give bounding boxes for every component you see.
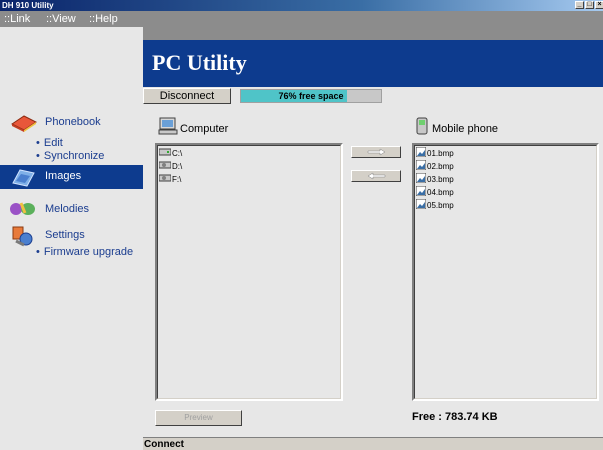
image-file-icon xyxy=(415,159,427,174)
phone-file-list[interactable]: 01.bmp 02.bmp 03.bmp 04.bmp 05.bmp xyxy=(412,143,599,401)
page-title: PC Utility xyxy=(152,50,247,75)
computer-pane-title: Computer xyxy=(180,123,229,135)
image-file-icon xyxy=(415,146,427,161)
copy-to-phone-button[interactable] xyxy=(351,146,401,158)
list-item-label: 02.bmp xyxy=(427,162,454,172)
list-item-label: 01.bmp xyxy=(427,149,454,159)
computer-icon xyxy=(158,117,178,138)
list-item-label: 05.bmp xyxy=(427,201,454,211)
computer-file-list[interactable]: C:\ D:\ F:\ xyxy=(155,143,343,401)
status-bar: Connect xyxy=(143,437,603,450)
list-item[interactable]: D:\ xyxy=(158,160,183,173)
status-text: Connect xyxy=(144,439,184,450)
maximize-icon[interactable]: □ xyxy=(585,1,594,9)
list-item[interactable]: C:\ xyxy=(158,147,183,160)
header-strip xyxy=(143,27,603,40)
sidebar-item-phonebook[interactable]: Phonebook xyxy=(0,112,143,132)
melodies-icon xyxy=(8,199,38,222)
menu-link[interactable]: ::Link xyxy=(4,11,30,27)
sidebar-subitem-synchronize[interactable]: Synchronize xyxy=(36,150,105,162)
list-item[interactable]: 01.bmp xyxy=(415,146,454,161)
drive-icon xyxy=(158,160,172,173)
list-item[interactable]: 05.bmp xyxy=(415,198,454,213)
phone-free-space-label: Free : 783.74 KB xyxy=(412,411,498,423)
list-item-label: D:\ xyxy=(172,162,183,171)
image-file-icon xyxy=(415,172,427,187)
menu-view[interactable]: ::View xyxy=(46,11,76,27)
drive-icon xyxy=(158,147,172,160)
phonebook-icon xyxy=(10,112,38,135)
disconnect-button[interactable]: Disconnect xyxy=(143,88,231,104)
list-item-label: C:\ xyxy=(172,149,183,158)
list-item-label: F:\ xyxy=(172,175,182,184)
menu-bar: ::Link ::View ::Help xyxy=(0,11,603,27)
drive-icon xyxy=(158,173,172,186)
title-bar: DH 910 Utility _ □ × xyxy=(0,0,603,11)
sidebar-item-settings[interactable]: Settings xyxy=(0,225,143,247)
sidebar: Phonebook Edit Synchronize Images Melodi… xyxy=(0,87,143,450)
preview-button[interactable]: Preview xyxy=(155,410,242,426)
sidebar-subitem-firmware-upgrade[interactable]: Firmware upgrade xyxy=(36,246,133,258)
sidebar-item-label: Settings xyxy=(45,229,85,241)
list-item-label: 03.bmp xyxy=(427,175,454,185)
arrow-right-icon xyxy=(367,148,386,156)
image-file-icon xyxy=(415,185,427,200)
minimize-icon[interactable]: _ xyxy=(575,1,584,9)
settings-icon xyxy=(10,225,36,250)
mobile-phone-pane-title: Mobile phone xyxy=(432,123,499,135)
sidebar-item-images[interactable]: Images xyxy=(0,165,143,189)
window-title: DH 910 Utility xyxy=(2,1,54,10)
menu-help[interactable]: ::Help xyxy=(89,11,118,27)
list-item[interactable]: F:\ xyxy=(158,173,182,186)
mobile-phone-icon xyxy=(416,117,428,138)
page-header: PC Utility xyxy=(143,40,603,87)
sidebar-item-label: Images xyxy=(45,170,82,182)
close-icon[interactable]: × xyxy=(595,1,603,9)
list-item-label: 04.bmp xyxy=(427,188,454,198)
sidebar-item-melodies[interactable]: Melodies xyxy=(0,199,143,219)
images-icon xyxy=(10,167,36,190)
list-item[interactable]: 04.bmp xyxy=(415,185,454,200)
list-item[interactable]: 03.bmp xyxy=(415,172,454,187)
sidebar-item-label: Phonebook xyxy=(45,116,101,128)
sidebar-item-label: Melodies xyxy=(45,203,90,215)
free-space-label: 76% free space xyxy=(278,91,344,101)
copy-to-computer-button[interactable] xyxy=(351,170,401,182)
arrow-left-icon xyxy=(367,172,386,180)
list-item[interactable]: 02.bmp xyxy=(415,159,454,174)
free-space-bar: 76% free space xyxy=(240,89,382,103)
sidebar-subitem-edit[interactable]: Edit xyxy=(36,137,63,149)
header-left-spacer xyxy=(0,27,143,87)
image-file-icon xyxy=(415,198,427,213)
computer-file-list-frame xyxy=(157,145,341,399)
